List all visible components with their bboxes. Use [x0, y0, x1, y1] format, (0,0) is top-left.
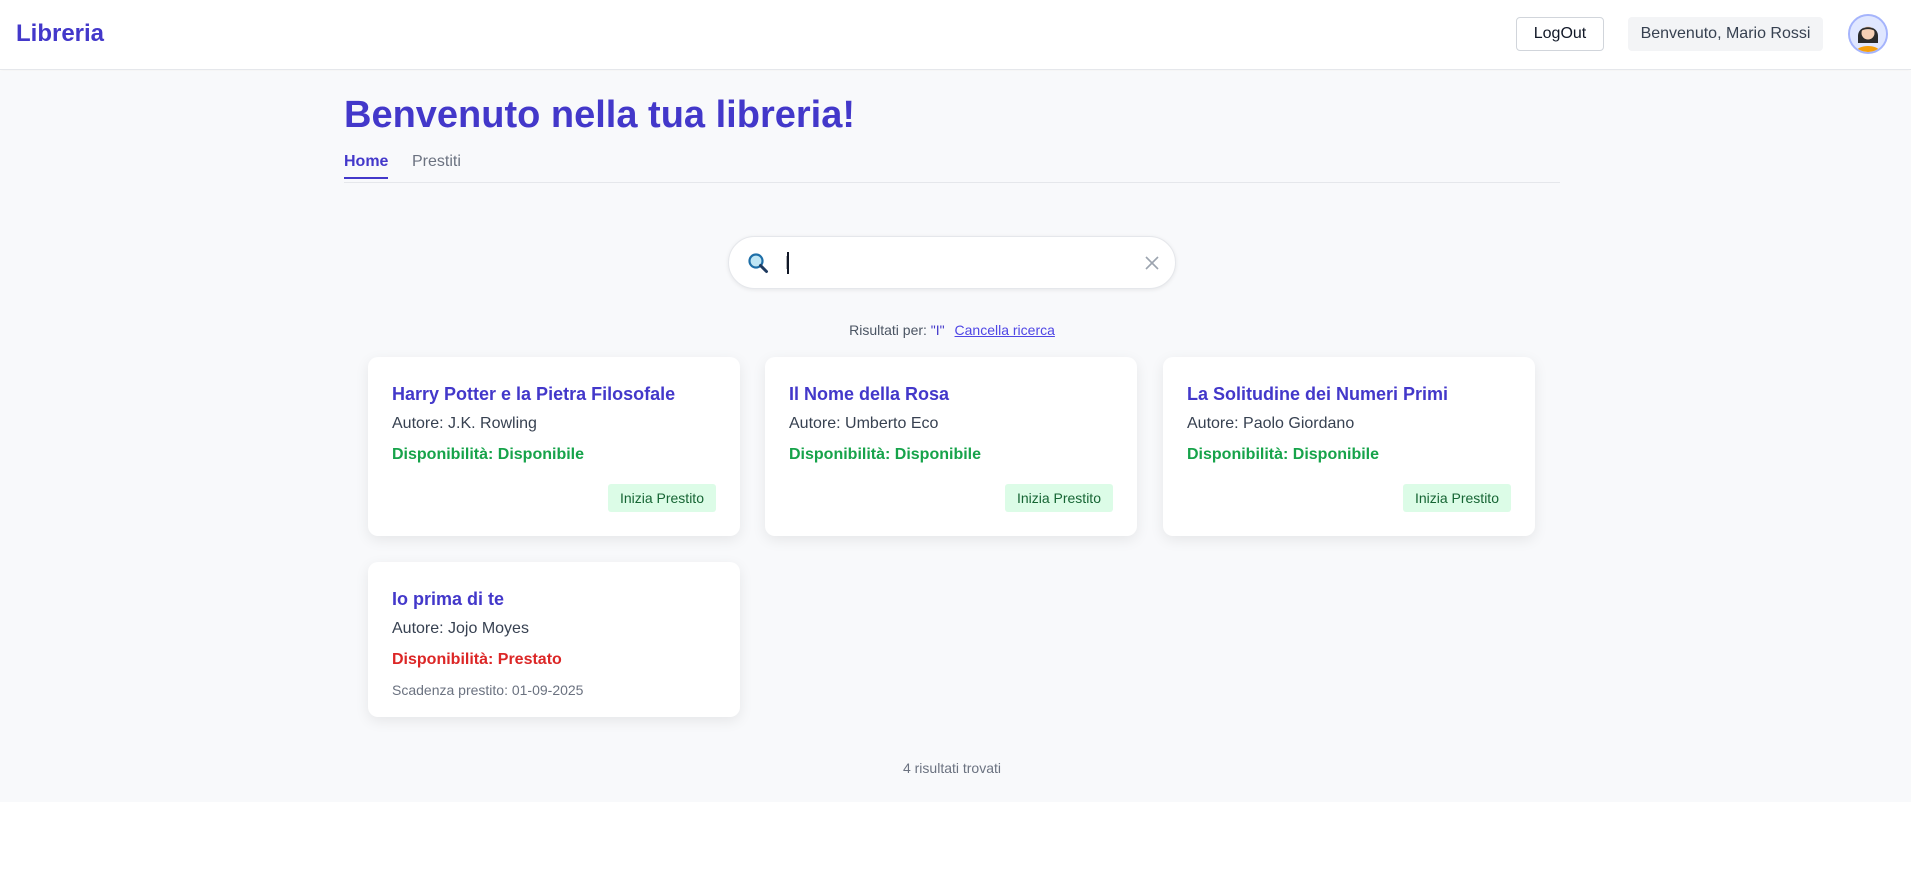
- tab-home[interactable]: Home: [344, 153, 389, 179]
- book-availability: Disponibilità: Prestato: [392, 651, 562, 668]
- results-count: 4 risultati trovati: [902, 760, 1002, 776]
- book-card: Harry Potter e la Pietra Filosofale Auto…: [368, 357, 740, 536]
- logout-button[interactable]: LogOut: [1516, 17, 1604, 51]
- cancel-search-link[interactable]: Cancella ricerca: [955, 322, 1055, 338]
- text-cursor: [787, 252, 789, 274]
- results-prefix: Risultati per:: [849, 322, 927, 338]
- search-input[interactable]: [785, 247, 1115, 279]
- book-author: Autore: Umberto Eco: [789, 415, 939, 432]
- book-title[interactable]: Io prima di te: [392, 589, 504, 610]
- book-card: Il Nome della Rosa Autore: Umberto Eco D…: [765, 357, 1137, 536]
- book-availability: Disponibilità: Disponibile: [392, 446, 584, 463]
- book-title[interactable]: Harry Potter e la Pietra Filosofale: [392, 384, 675, 405]
- welcome-message: Benvenuto, Mario Rossi: [1628, 17, 1823, 51]
- search-icon: [747, 252, 769, 274]
- start-loan-button[interactable]: Inizia Prestito: [1402, 484, 1511, 512]
- top-navbar: Libreria LogOut Benvenuto, Mario Rossi: [0, 0, 1911, 70]
- book-availability: Disponibilità: Disponibile: [1187, 446, 1379, 463]
- book-author: Autore: J.K. Rowling: [392, 415, 537, 432]
- book-author: Autore: Paolo Giordano: [1187, 415, 1355, 432]
- book-availability: Disponibilità: Disponibile: [789, 446, 981, 463]
- close-icon[interactable]: [1143, 254, 1161, 272]
- brand-logo[interactable]: Libreria: [16, 20, 104, 48]
- book-title[interactable]: Il Nome della Rosa: [789, 384, 949, 405]
- search-results-summary: Risultati per: "I" Cancella ricerca: [0, 322, 1904, 338]
- search-box: [728, 236, 1176, 289]
- start-loan-button[interactable]: Inizia Prestito: [1004, 484, 1113, 512]
- page-title: Benvenuto nella tua libreria!: [344, 94, 855, 136]
- book-author: Autore: Jojo Moyes: [392, 620, 529, 637]
- start-loan-button[interactable]: Inizia Prestito: [607, 484, 716, 512]
- tab-prestiti[interactable]: Prestiti: [412, 153, 461, 177]
- book-card: La Solitudine dei Numeri Primi Autore: P…: [1163, 357, 1535, 536]
- tab-bar: Home Prestiti: [344, 153, 1560, 183]
- results-query: "I": [930, 322, 945, 338]
- book-card: Io prima di te Autore: Jojo Moyes Dispon…: [368, 562, 740, 717]
- user-avatar-icon[interactable]: [1848, 14, 1888, 54]
- loan-due-date: Scadenza prestito: 01-09-2025: [392, 682, 584, 698]
- book-title[interactable]: La Solitudine dei Numeri Primi: [1187, 384, 1448, 405]
